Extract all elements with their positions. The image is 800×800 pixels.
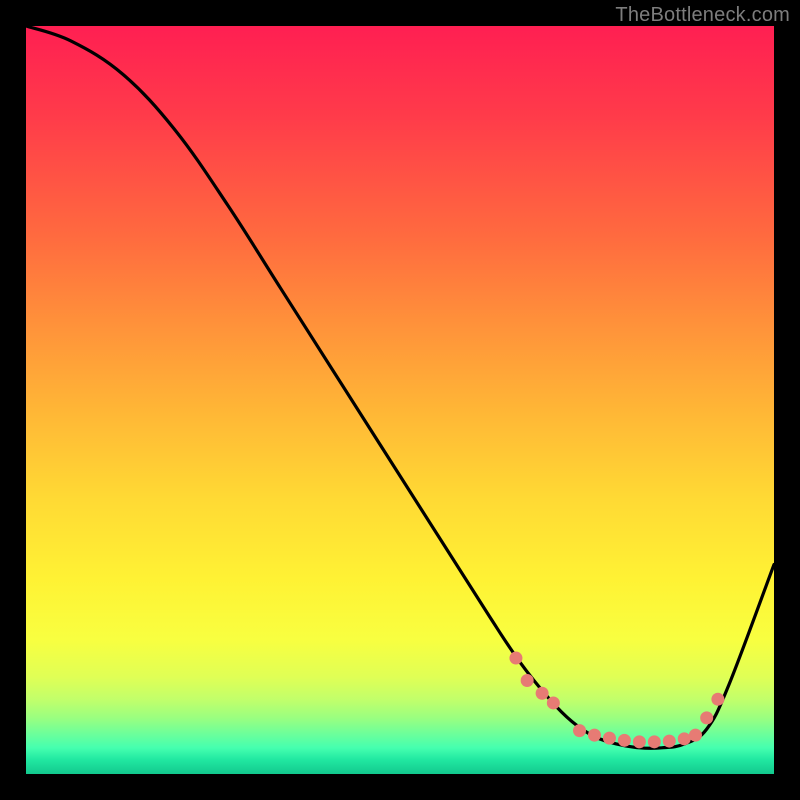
curve-marker	[521, 674, 534, 687]
curve-marker	[633, 735, 646, 748]
curve-marker	[547, 696, 560, 709]
curve-marker	[678, 732, 691, 745]
curve-marker	[648, 735, 661, 748]
marker-group	[509, 652, 724, 749]
chart-frame: TheBottleneck.com	[0, 0, 800, 800]
curve-marker	[509, 652, 522, 665]
watermark-text: TheBottleneck.com	[615, 4, 790, 27]
curve-marker	[603, 732, 616, 745]
curve-marker	[573, 724, 586, 737]
curve-marker	[689, 729, 702, 742]
curve-marker	[711, 693, 724, 706]
bottleneck-curve	[26, 26, 774, 748]
chart-svg	[26, 26, 774, 774]
curve-marker	[588, 729, 601, 742]
chart-plot-area	[26, 26, 774, 774]
curve-marker	[663, 735, 676, 748]
curve-marker	[618, 734, 631, 747]
curve-marker	[700, 711, 713, 724]
curve-marker	[536, 687, 549, 700]
